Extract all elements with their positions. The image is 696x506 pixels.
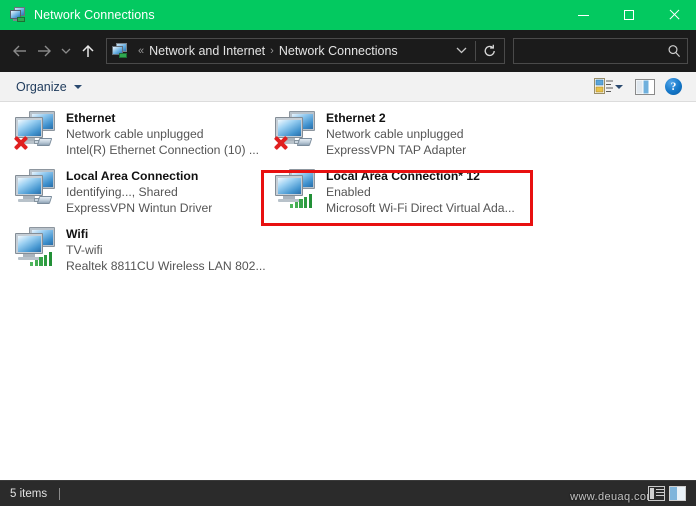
connection-name: Ethernet 2 bbox=[326, 110, 466, 126]
watermark-text: www.deuaq.com bbox=[570, 491, 656, 503]
connection-device: Intel(R) Ethernet Connection (10) ... bbox=[66, 142, 259, 158]
connection-text: Local Area Connection* 12EnabledMicrosof… bbox=[326, 166, 515, 216]
connection-name: Local Area Connection* 12 bbox=[326, 168, 515, 184]
red-x-disconnected-icon bbox=[13, 135, 28, 150]
title-bar: Network Connections bbox=[0, 0, 696, 30]
command-bar: Organize bbox=[0, 72, 696, 102]
help-icon: ? bbox=[665, 78, 682, 95]
signal-bars-icon bbox=[30, 251, 52, 266]
connections-grid: EthernetNetwork cable unpluggedIntel(R) … bbox=[0, 102, 696, 110]
connection-device: ExpressVPN TAP Adapter bbox=[326, 142, 466, 158]
minimize-button[interactable] bbox=[561, 0, 606, 30]
wireless-adapter-icon bbox=[12, 225, 60, 271]
red-x-disconnected-icon bbox=[273, 135, 288, 150]
connection-name: Ethernet bbox=[66, 110, 259, 126]
search-button[interactable] bbox=[661, 44, 687, 58]
command-bar-right: ? bbox=[590, 75, 686, 99]
maximize-button[interactable] bbox=[606, 0, 651, 30]
minimize-icon bbox=[578, 15, 589, 16]
network-cable-icon bbox=[294, 135, 314, 148]
maximize-icon bbox=[624, 10, 634, 20]
connection-status: Enabled bbox=[326, 184, 515, 200]
connections-list: EthernetNetwork cable unpluggedIntel(R) … bbox=[0, 102, 696, 480]
connection-status: TV-wifi bbox=[66, 242, 266, 258]
organize-label: Organize bbox=[16, 80, 67, 94]
search-icon bbox=[667, 44, 681, 58]
change-view-button[interactable] bbox=[590, 75, 629, 99]
breadcrumb-network-connections[interactable]: Network Connections bbox=[279, 44, 398, 58]
search-input[interactable] bbox=[514, 43, 661, 59]
up-button[interactable] bbox=[76, 37, 100, 65]
search-box[interactable] bbox=[513, 38, 688, 64]
connection-item[interactable]: Local Area ConnectionIdentifying..., Sha… bbox=[8, 163, 270, 215]
details-view-button[interactable] bbox=[648, 486, 665, 501]
view-mode-buttons bbox=[648, 486, 686, 501]
breadcrumb-network-and-internet[interactable]: Network and Internet bbox=[149, 44, 265, 58]
change-view-icon bbox=[594, 78, 613, 95]
network-connections-window: Network Connections bbox=[0, 0, 696, 506]
connection-text: EthernetNetwork cable unpluggedIntel(R) … bbox=[66, 108, 259, 158]
back-arrow-icon bbox=[12, 44, 28, 58]
connection-text: Ethernet 2Network cable unpluggedExpress… bbox=[326, 108, 466, 158]
connection-status: Identifying..., Shared bbox=[66, 184, 212, 200]
address-dropdown-button[interactable] bbox=[448, 46, 475, 57]
network-cable-icon bbox=[34, 135, 54, 148]
breadcrumb-overflow[interactable]: « bbox=[138, 45, 144, 57]
item-count-label: 5 items bbox=[10, 488, 47, 500]
caption-buttons bbox=[561, 0, 696, 30]
connection-device: ExpressVPN Wintun Driver bbox=[66, 200, 212, 216]
close-button[interactable] bbox=[651, 0, 696, 30]
connection-item[interactable]: Ethernet 2Network cable unpluggedExpress… bbox=[268, 105, 530, 157]
chevron-down-icon bbox=[61, 47, 71, 55]
status-separator bbox=[59, 488, 60, 500]
large-icons-view-button[interactable] bbox=[669, 486, 686, 501]
chevron-down-icon bbox=[74, 85, 82, 89]
connection-name: Local Area Connection bbox=[66, 168, 212, 184]
forward-button[interactable] bbox=[32, 37, 56, 65]
connection-device: Realtek 8811CU Wireless LAN 802.... bbox=[66, 258, 266, 274]
network-adapter-icon bbox=[272, 109, 320, 155]
chevron-down-icon bbox=[456, 46, 467, 54]
refresh-button[interactable] bbox=[476, 44, 504, 58]
connection-text: Local Area ConnectionIdentifying..., Sha… bbox=[66, 166, 212, 216]
refresh-icon bbox=[483, 44, 497, 58]
address-bar[interactable]: « Network and Internet › Network Connect… bbox=[106, 38, 505, 64]
recent-locations-button[interactable] bbox=[56, 37, 76, 65]
status-bar: 5 items www.deuaq.com bbox=[0, 480, 696, 506]
connection-item[interactable]: EthernetNetwork cable unpluggedIntel(R) … bbox=[8, 105, 270, 157]
close-icon bbox=[668, 9, 680, 21]
preview-pane-button[interactable] bbox=[631, 75, 659, 99]
navigation-bar: « Network and Internet › Network Connect… bbox=[0, 30, 696, 72]
network-folder-icon bbox=[112, 43, 128, 59]
connection-item[interactable]: WifiTV-wifiRealtek 8811CU Wireless LAN 8… bbox=[8, 221, 270, 273]
connection-status: Network cable unplugged bbox=[326, 126, 466, 142]
window-title: Network Connections bbox=[34, 8, 155, 22]
preview-pane-icon bbox=[635, 79, 655, 95]
signal-bars-icon bbox=[290, 193, 312, 208]
connection-name: Wifi bbox=[66, 226, 266, 242]
breadcrumb-separator: › bbox=[270, 45, 274, 57]
network-adapter-icon bbox=[272, 167, 320, 213]
forward-arrow-icon bbox=[36, 44, 52, 58]
network-cable-icon bbox=[34, 193, 54, 206]
network-adapter-icon bbox=[12, 109, 60, 155]
network-connections-icon bbox=[10, 7, 26, 23]
up-arrow-icon bbox=[81, 44, 95, 59]
connection-status: Network cable unplugged bbox=[66, 126, 259, 142]
connection-text: WifiTV-wifiRealtek 8811CU Wireless LAN 8… bbox=[66, 224, 266, 274]
help-button[interactable]: ? bbox=[661, 75, 686, 99]
network-adapter-icon bbox=[12, 167, 60, 213]
connection-item[interactable]: Local Area Connection* 12EnabledMicrosof… bbox=[268, 163, 530, 215]
organize-button[interactable]: Organize bbox=[10, 77, 88, 97]
chevron-down-icon bbox=[615, 85, 623, 89]
connection-device: Microsoft Wi-Fi Direct Virtual Ada... bbox=[326, 200, 515, 216]
back-button[interactable] bbox=[8, 37, 32, 65]
